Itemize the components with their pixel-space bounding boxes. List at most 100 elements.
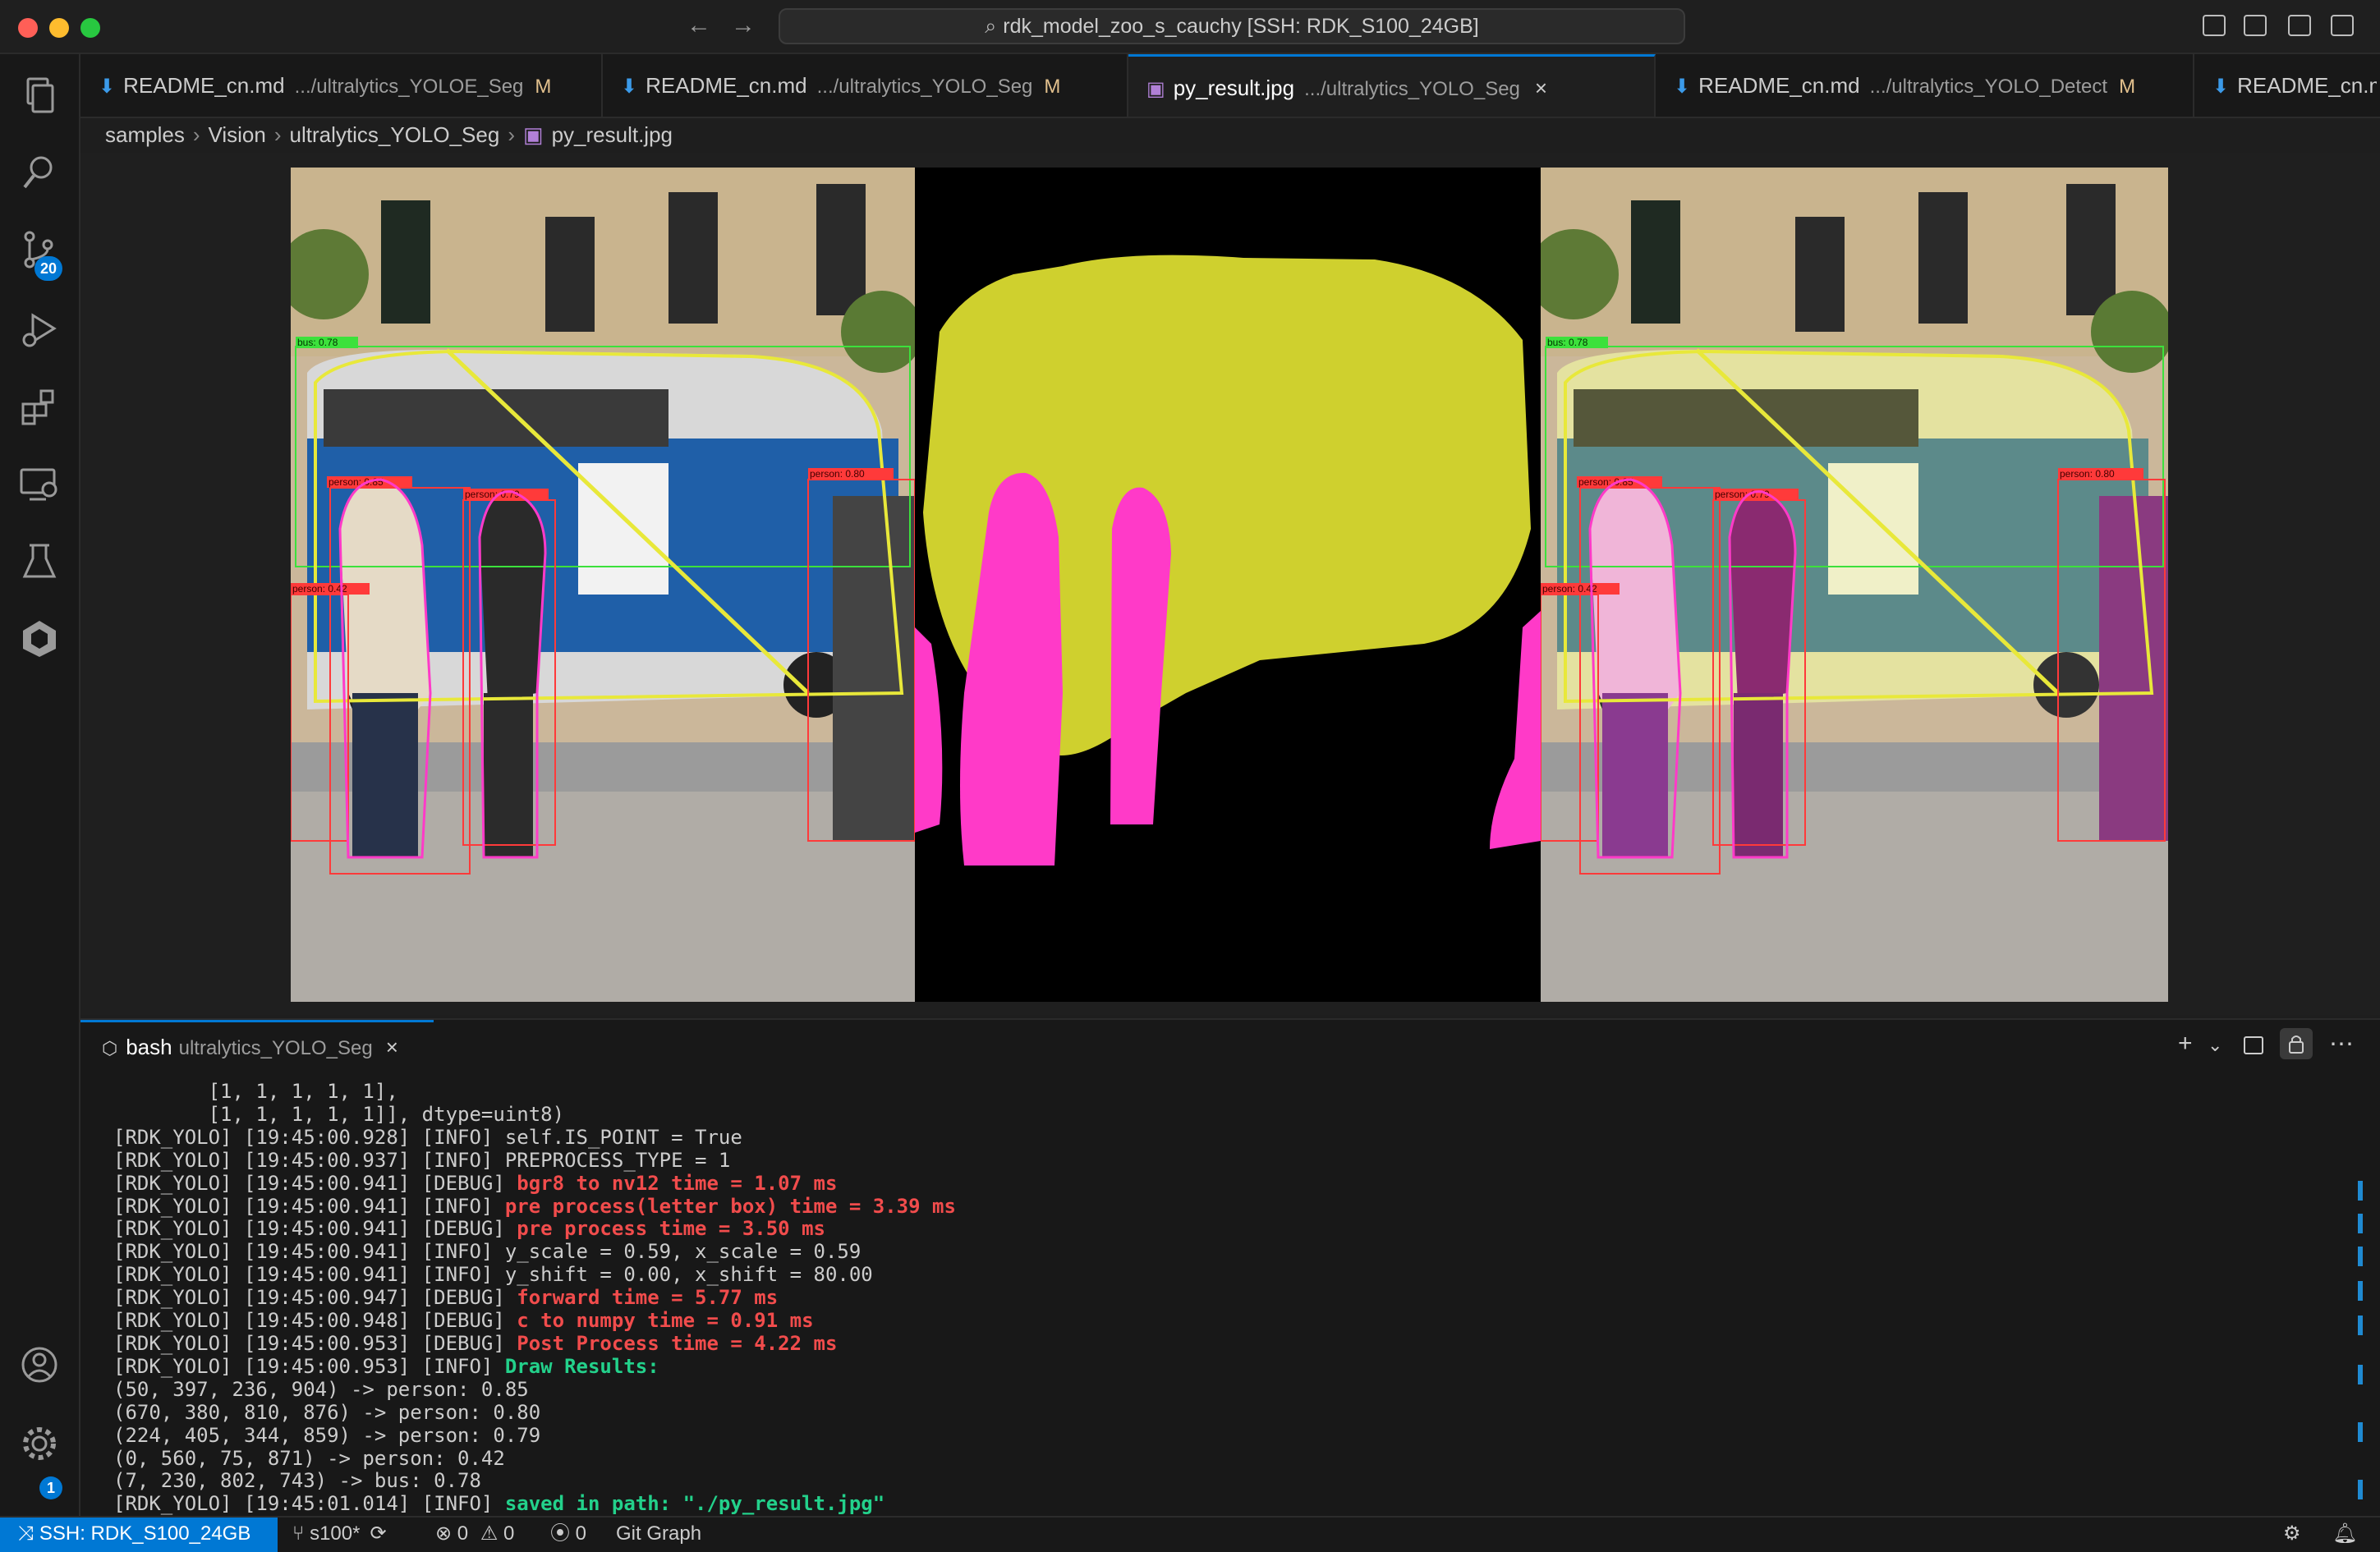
remote-indicator[interactable]: ⤨ SSH: RDK_S100_24GB bbox=[0, 1518, 278, 1552]
terminal-line: [RDK_YOLO] [19:45:00.937] [INFO] PREPROC… bbox=[113, 1148, 731, 1172]
image-panel-overlay: bus: 0.78 person: 0.85 person: 0.80 pers… bbox=[1541, 168, 2168, 1002]
branch-indicator[interactable]: ⑂ s100* ⟳ bbox=[292, 1518, 387, 1550]
error-icon: ⊗ bbox=[435, 1522, 457, 1545]
scroll-marker bbox=[2358, 1214, 2363, 1233]
remote-icon: ⤨ bbox=[18, 1522, 39, 1545]
terminal-panel: ⬡ bash ultralytics_YOLO_Seg × + ⌄ ⋯ [1, 1, … bbox=[80, 1018, 2380, 1518]
scroll-marker bbox=[2358, 1422, 2363, 1442]
toggle-panel-icon[interactable] bbox=[2288, 15, 2311, 36]
close-window-button[interactable] bbox=[18, 18, 38, 38]
ports-indicator[interactable]: ⦿ 0 bbox=[550, 1518, 586, 1550]
toggle-secondary-sidebar-icon[interactable] bbox=[2331, 15, 2354, 36]
markdown-icon: ⬇ bbox=[99, 76, 116, 98]
branch-icon: ⑂ bbox=[292, 1522, 310, 1545]
terminal-tab[interactable]: ⬡ bash ultralytics_YOLO_Seg × bbox=[80, 1020, 434, 1074]
breadcrumb-file[interactable]: py_result.jpg bbox=[552, 122, 673, 147]
label-person-085: person: 0.85 bbox=[329, 476, 384, 488]
label-person-080: person: 0.80 bbox=[2060, 468, 2115, 480]
terminal-line: [RDK_YOLO] [19:45:00.941] [DEBUG] pre pr… bbox=[113, 1217, 825, 1241]
close-terminal-icon[interactable]: × bbox=[386, 1035, 398, 1059]
label-person-080: person: 0.80 bbox=[810, 468, 865, 480]
extensions-icon[interactable] bbox=[18, 386, 61, 429]
search-icon: ⌕ bbox=[985, 15, 997, 38]
sync-icon[interactable]: ⟳ bbox=[370, 1522, 386, 1545]
label-person-085: person: 0.85 bbox=[1578, 476, 1633, 488]
minimize-window-button[interactable] bbox=[49, 18, 69, 38]
breadcrumb: samples › Vision › ultralytics_YOLO_Seg › ▣ py_… bbox=[105, 118, 673, 151]
ports-icon: ⦿ bbox=[550, 1522, 576, 1545]
terminal-line: [RDK_YOLO] [19:45:00.941] [INFO] y_scale… bbox=[113, 1240, 861, 1264]
label-person-042: person: 0.42 bbox=[292, 583, 347, 595]
terminal-output[interactable]: [1, 1, 1, 1, 1], [1, 1, 1, 1, 1]], dtype… bbox=[113, 1080, 2331, 1515]
forward-arrow-icon[interactable]: → bbox=[731, 11, 756, 39]
terminal-line: [RDK_YOLO] [19:45:00.941] [DEBUG] bgr8 t… bbox=[113, 1171, 838, 1195]
terminal-line: [RDK_YOLO] [19:45:00.953] [DEBUG] Post P… bbox=[113, 1331, 838, 1355]
tab-readme-yolo-detect[interactable]: ⬇ README_cn.md .../ultralytics_YOLO_Detect… bbox=[1656, 54, 2194, 117]
close-tab-icon[interactable]: × bbox=[1535, 76, 1547, 100]
toggle-primary-sidebar-icon[interactable] bbox=[2244, 15, 2267, 36]
source-control-badge: 20 bbox=[34, 256, 62, 281]
scroll-marker bbox=[2358, 1316, 2363, 1335]
accounts-icon[interactable] bbox=[18, 1343, 61, 1386]
warning-icon: ⚠ bbox=[480, 1522, 503, 1545]
more-actions-icon[interactable]: ⋯ bbox=[2329, 1030, 2354, 1058]
customize-layout-icon[interactable] bbox=[2203, 15, 2226, 36]
tab-readme-overflow[interactable]: ⬇ README_cn.m bbox=[2194, 54, 2377, 117]
git-graph-button[interactable]: Git Graph bbox=[616, 1518, 701, 1550]
breadcrumb-samples[interactable]: samples bbox=[105, 122, 185, 147]
terminal-line: [RDK_YOLO] [19:45:00.953] [INFO] Draw Re… bbox=[113, 1354, 659, 1378]
terminal-line: [RDK_YOLO] [19:45:00.941] [INFO] pre pro… bbox=[113, 1194, 956, 1218]
tab-readme-yoloe-seg[interactable]: ⬇ README_cn.md .../ultralytics_YOLOE_Seg M bbox=[80, 54, 603, 117]
manage-gear-icon[interactable] bbox=[18, 1422, 61, 1465]
terminal-icon: ⬡ bbox=[102, 1038, 118, 1058]
manage-badge: 1 bbox=[39, 1476, 62, 1499]
window-title: rdk_model_zoo_s_cauchy [SSH: RDK_S100_24… bbox=[1003, 15, 1479, 38]
markdown-icon: ⬇ bbox=[621, 76, 638, 98]
terminal-line: [RDK_YOLO] [19:45:00.928] [INFO] self.IS… bbox=[113, 1125, 742, 1149]
tab-readme-yolo-seg[interactable]: ⬇ README_cn.md .../ultralytics_YOLO_Seg M bbox=[603, 54, 1128, 117]
terminal-line: [1, 1, 1, 1, 1], bbox=[113, 1080, 398, 1103]
scroll-marker bbox=[2358, 1365, 2363, 1384]
breadcrumb-folder[interactable]: ultralytics_YOLO_Seg bbox=[290, 122, 500, 147]
command-center-search[interactable]: ⌕ rdk_model_zoo_s_cauchy [SSH: RDK_S100_2… bbox=[779, 8, 1685, 44]
image-panel-mask bbox=[915, 168, 1541, 1002]
chevron-right-icon: › bbox=[273, 122, 282, 147]
terminal-line: [RDK_YOLO] [19:45:00.941] [INFO] y_shift… bbox=[113, 1263, 873, 1287]
maximize-window-button[interactable] bbox=[80, 18, 100, 38]
copilot-icon[interactable]: ⚙ bbox=[2283, 1518, 2301, 1550]
terminal-line: (224, 405, 344, 859) -> person: 0.79 bbox=[113, 1423, 541, 1447]
lock-icon[interactable] bbox=[2280, 1028, 2313, 1059]
label-person-042: person: 0.42 bbox=[1542, 583, 1597, 595]
markdown-icon: ⬇ bbox=[1674, 76, 1691, 98]
image-panel-detections: bus: 0.78 person: 0.85 person: 0.80 pers… bbox=[291, 168, 915, 1002]
terminal-line: (670, 380, 810, 876) -> person: 0.80 bbox=[113, 1400, 541, 1424]
testing-icon[interactable] bbox=[18, 540, 61, 583]
cnb-icon[interactable] bbox=[18, 618, 61, 660]
back-arrow-icon[interactable]: ← bbox=[687, 11, 711, 39]
terminal-line: (50, 397, 236, 904) -> person: 0.85 bbox=[113, 1377, 529, 1401]
split-terminal-icon[interactable] bbox=[2244, 1036, 2263, 1054]
chevron-right-icon: › bbox=[508, 122, 515, 147]
label-bus: bus: 0.78 bbox=[1547, 337, 1588, 348]
title-bar: ← → ⌕ rdk_model_zoo_s_cauchy [SSH: RDK_S1… bbox=[0, 0, 2380, 54]
terminal-line: [RDK_YOLO] [19:45:00.947] [DEBUG] forwar… bbox=[113, 1286, 779, 1310]
terminal-line: (0, 560, 75, 871) -> person: 0.42 bbox=[113, 1446, 505, 1470]
search-icon[interactable] bbox=[18, 151, 61, 194]
new-terminal-button[interactable]: + bbox=[2178, 1030, 2193, 1058]
breadcrumb-vision[interactable]: Vision bbox=[209, 122, 266, 147]
terminal-line: [RDK_YOLO] [19:45:00.948] [DEBUG] c to n… bbox=[113, 1309, 814, 1333]
label-person-079: person: 0.79 bbox=[465, 489, 520, 500]
status-bar: ⤨ SSH: RDK_S100_24GB ⑂ s100* ⟳ ⊗ 0 ⚠ 0 ⦿ … bbox=[0, 1516, 2380, 1552]
run-debug-icon[interactable] bbox=[18, 309, 61, 351]
notifications-bell-icon[interactable]: 🔔︎ bbox=[2332, 1518, 2357, 1550]
tab-py-result-jpg[interactable]: ▣ py_result.jpg .../ultralytics_YOLO_Seg × bbox=[1128, 54, 1656, 117]
explorer-icon[interactable] bbox=[18, 74, 61, 117]
terminal-line: [1, 1, 1, 1, 1]], dtype=uint8) bbox=[113, 1102, 565, 1126]
scroll-marker bbox=[2358, 1480, 2363, 1499]
image-file-icon: ▣ bbox=[1146, 78, 1165, 100]
scroll-marker bbox=[2358, 1281, 2363, 1301]
terminal-dropdown-icon[interactable]: ⌄ bbox=[2208, 1035, 2222, 1056]
markdown-icon: ⬇ bbox=[2212, 76, 2230, 98]
problems-indicator[interactable]: ⊗ 0 ⚠ 0 bbox=[435, 1518, 514, 1550]
remote-explorer-icon[interactable] bbox=[18, 463, 61, 506]
